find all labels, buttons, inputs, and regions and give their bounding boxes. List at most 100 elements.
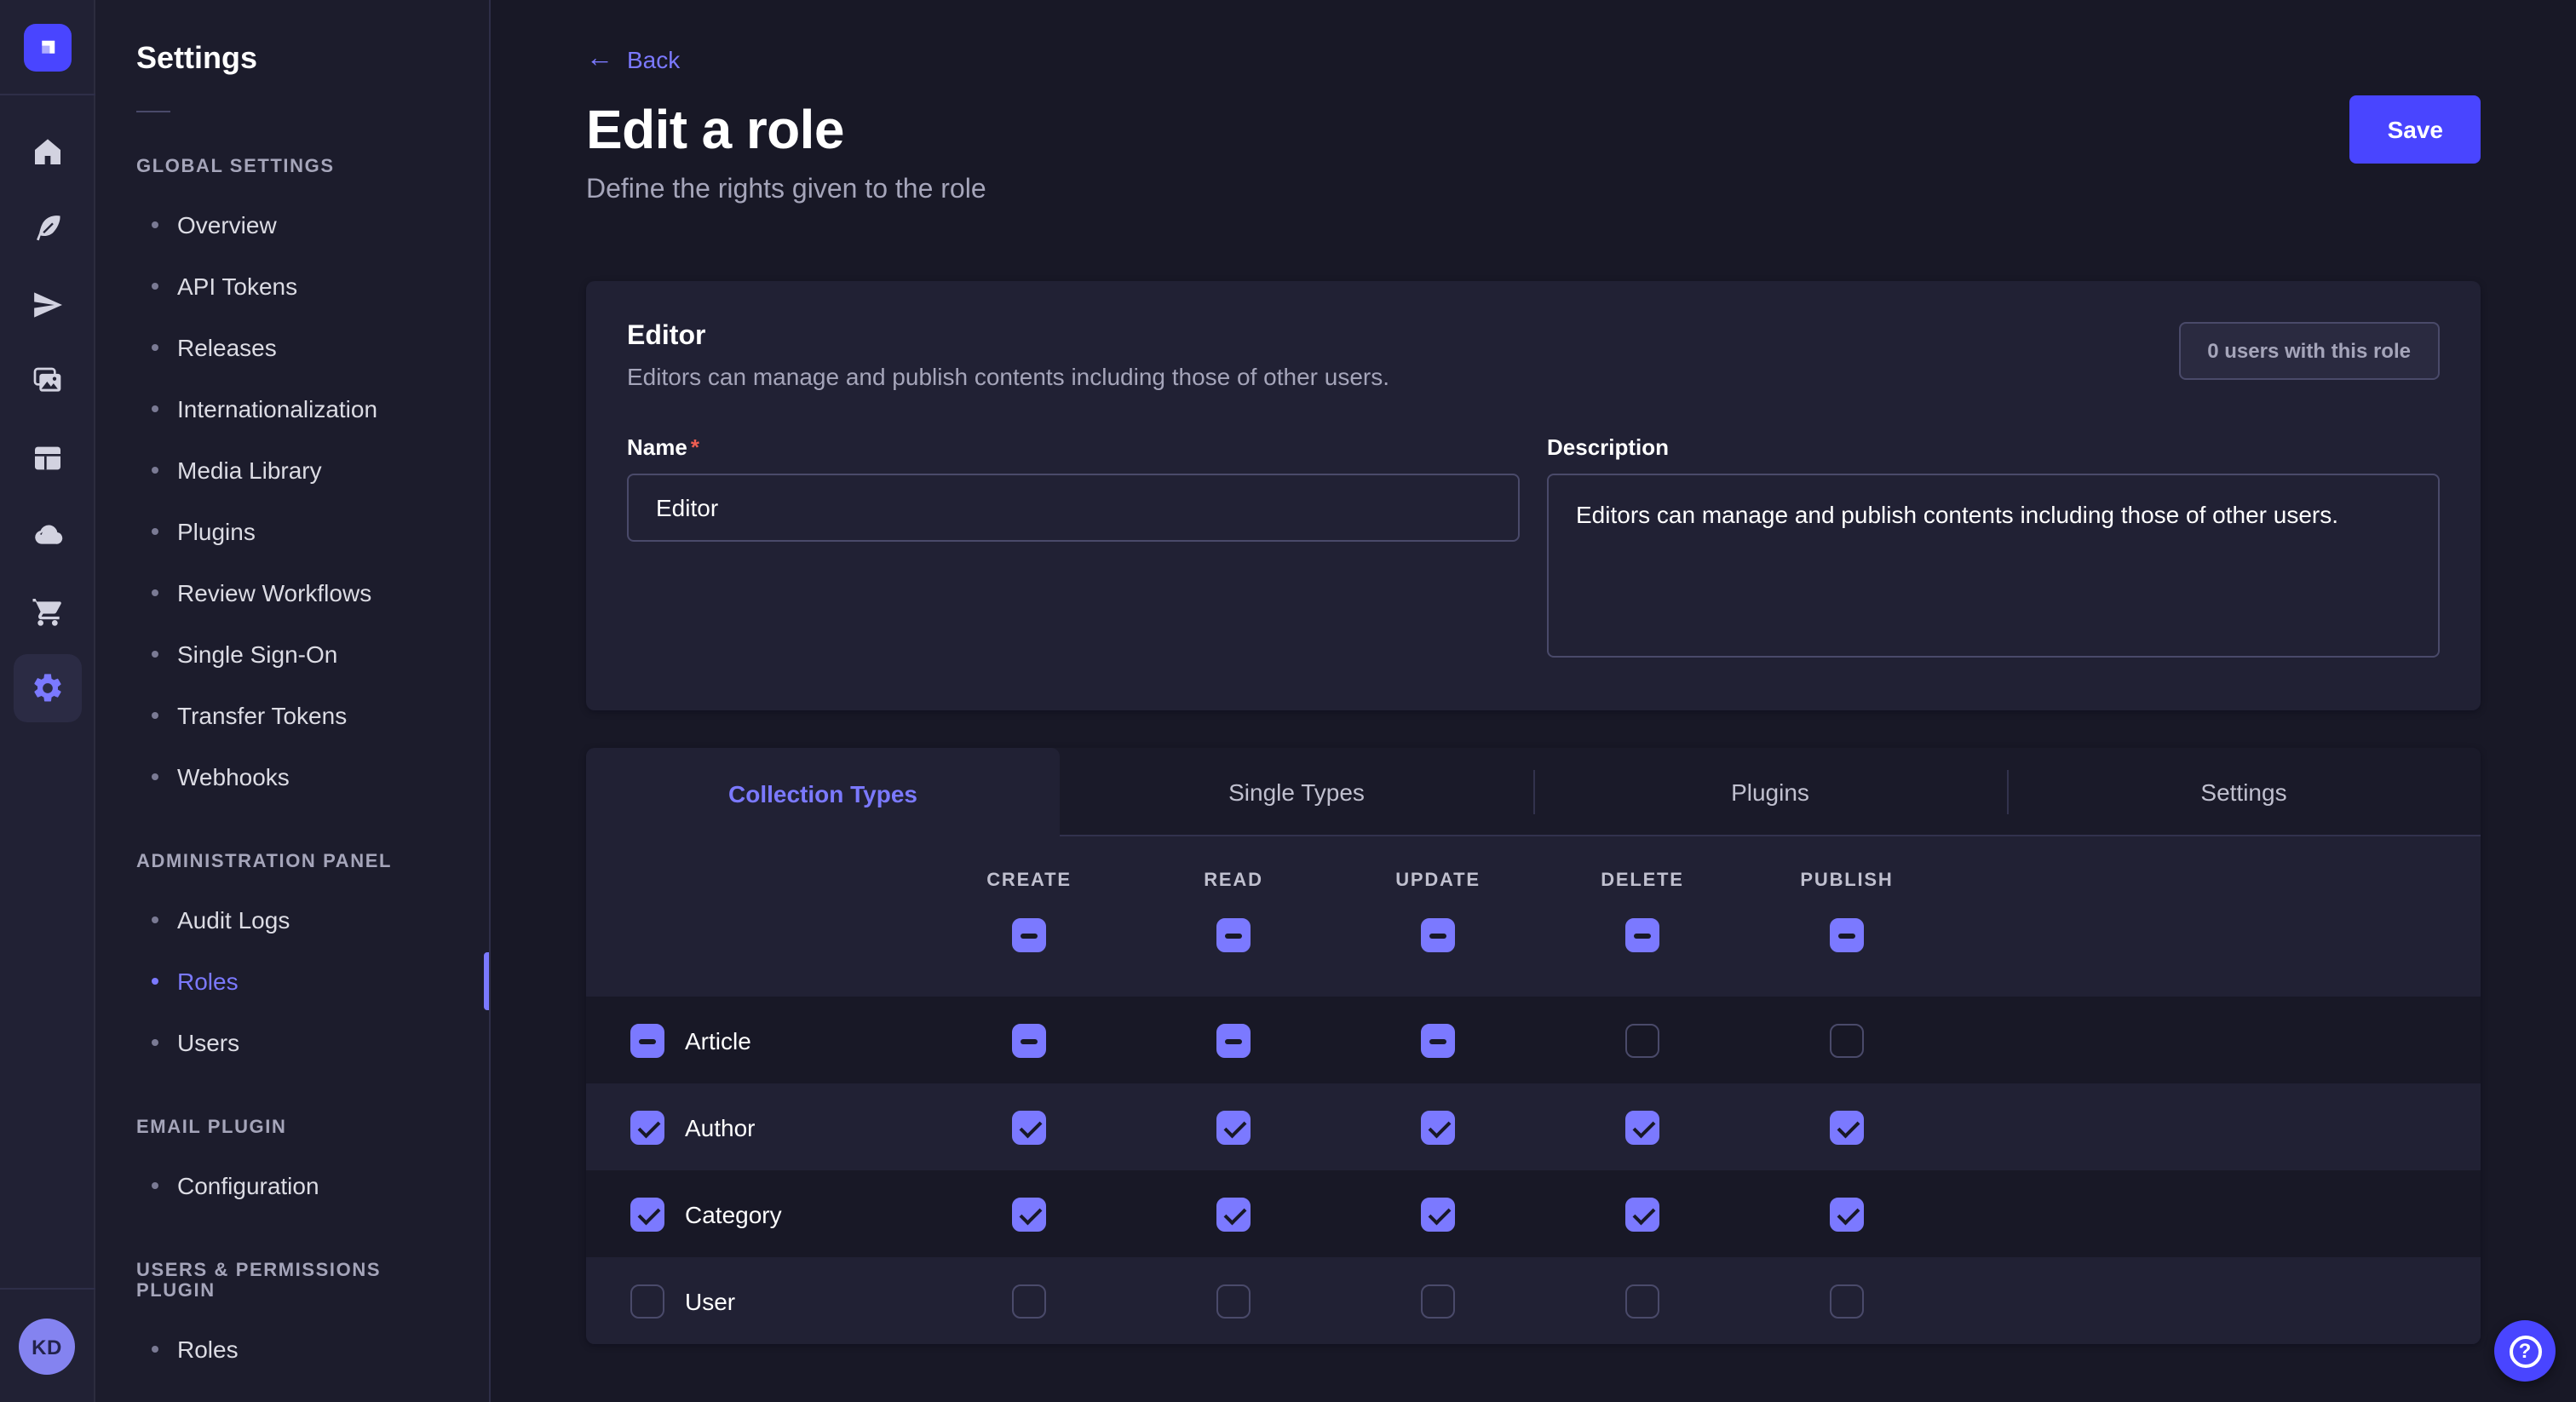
name-input[interactable]: [627, 474, 1520, 542]
table-row-article: Article: [586, 997, 2481, 1083]
section-email-plugin: EMAIL PLUGIN Configuration: [95, 1118, 489, 1216]
subnav-item-label: Roles: [177, 968, 239, 995]
media-library-images-icon[interactable]: [13, 348, 81, 416]
author-delete-checkbox[interactable]: [1625, 1110, 1659, 1144]
section-heading: USERS & PERMISSIONS PLUGIN: [95, 1261, 489, 1301]
user-read-checkbox[interactable]: [1216, 1284, 1251, 1318]
author-create-checkbox[interactable]: [1012, 1110, 1046, 1144]
section-heading: ADMINISTRATION PANEL: [95, 852, 489, 872]
subnav-item-label: API Tokens: [177, 273, 297, 300]
subnav-item-releases[interactable]: Releases: [95, 317, 489, 378]
user-update-checkbox[interactable]: [1421, 1284, 1455, 1318]
row-label: Article: [685, 1026, 751, 1054]
help-button[interactable]: ?: [2494, 1320, 2556, 1382]
subnav-item-up-providers[interactable]: Providers: [95, 1380, 489, 1402]
strapi-logo[interactable]: [23, 24, 71, 72]
subnav-title: Settings: [95, 0, 489, 77]
article-read-checkbox[interactable]: [1216, 1023, 1251, 1057]
subnav-item-api-tokens[interactable]: API Tokens: [95, 256, 489, 317]
settings-gear-icon[interactable]: [13, 654, 81, 722]
name-field-group: Name*: [627, 434, 1520, 666]
home-icon[interactable]: [13, 118, 81, 186]
required-asterisk: *: [691, 434, 699, 460]
table-row-category: Category: [586, 1170, 2481, 1257]
user-avatar[interactable]: KD: [19, 1319, 75, 1375]
subnav-item-label: Media Library: [177, 457, 322, 484]
row-label: Category: [685, 1200, 782, 1227]
row-label: Author: [685, 1113, 756, 1141]
table-row-author: Author: [586, 1083, 2481, 1170]
subnav-item-label: Audit Logs: [177, 906, 290, 934]
description-textarea[interactable]: Editors can manage and publish contents …: [1547, 474, 2440, 658]
section-global-settings: GLOBAL SETTINGS Overview API Tokens Rele…: [95, 157, 489, 807]
tab-label: Settings: [2200, 779, 2286, 806]
article-update-checkbox[interactable]: [1421, 1023, 1455, 1057]
row-checkbox-article[interactable]: [630, 1023, 664, 1057]
bullet-icon: [152, 651, 158, 658]
permissions-card: Collection Types Single Types Plugins Se…: [586, 748, 2481, 1344]
tab-collection-types[interactable]: Collection Types: [586, 748, 1060, 838]
tab-single-types[interactable]: Single Types: [1060, 748, 1533, 836]
category-publish-checkbox[interactable]: [1830, 1197, 1864, 1231]
article-create-checkbox[interactable]: [1012, 1023, 1046, 1057]
article-delete-checkbox[interactable]: [1625, 1023, 1659, 1057]
subnav-item-email-configuration[interactable]: Configuration: [95, 1155, 489, 1216]
subnav-item-admin-roles[interactable]: Roles: [95, 951, 489, 1012]
bullet-icon: [152, 712, 158, 719]
author-update-checkbox[interactable]: [1421, 1110, 1455, 1144]
subnav-item-single-sign-on[interactable]: Single Sign-On: [95, 623, 489, 685]
master-checkbox-publish[interactable]: [1830, 918, 1864, 952]
master-checkbox-delete[interactable]: [1625, 918, 1659, 952]
subnav-item-webhooks[interactable]: Webhooks: [95, 746, 489, 807]
subnav-item-internationalization[interactable]: Internationalization: [95, 378, 489, 440]
subnav-item-audit-logs[interactable]: Audit Logs: [95, 889, 489, 951]
user-publish-checkbox[interactable]: [1830, 1284, 1864, 1318]
bullet-icon: [152, 978, 158, 985]
content-type-builder-layout-icon[interactable]: [13, 424, 81, 492]
releases-send-icon[interactable]: [13, 271, 81, 339]
master-delete-cell: [1540, 918, 1745, 952]
marketplace-cart-icon[interactable]: [13, 577, 81, 646]
users-with-role-badge[interactable]: 0 users with this role: [2178, 322, 2440, 380]
page-subtitle: Define the rights given to the role: [586, 175, 2481, 206]
column-header-update: UPDATE: [1336, 871, 1540, 891]
row-checkbox-category[interactable]: [630, 1197, 664, 1231]
column-header-read: READ: [1131, 871, 1336, 891]
subnav-item-transfer-tokens[interactable]: Transfer Tokens: [95, 685, 489, 746]
section-users-permissions-plugin: USERS & PERMISSIONS PLUGIN Roles Provide…: [95, 1261, 489, 1402]
cloud-icon[interactable]: [13, 501, 81, 569]
page-header: Edit a role Save: [586, 95, 2481, 164]
bullet-icon: [152, 1039, 158, 1046]
master-checkbox-create[interactable]: [1012, 918, 1046, 952]
author-read-checkbox[interactable]: [1216, 1110, 1251, 1144]
master-checkbox-read[interactable]: [1216, 918, 1251, 952]
subnav-item-overview[interactable]: Overview: [95, 194, 489, 256]
row-checkbox-user[interactable]: [630, 1284, 664, 1318]
category-delete-checkbox[interactable]: [1625, 1197, 1659, 1231]
category-create-checkbox[interactable]: [1012, 1197, 1046, 1231]
subnav-item-plugins[interactable]: Plugins: [95, 501, 489, 562]
subnav-item-review-workflows[interactable]: Review Workflows: [95, 562, 489, 623]
tab-settings[interactable]: Settings: [2007, 748, 2481, 836]
subnav-item-admin-users[interactable]: Users: [95, 1012, 489, 1073]
category-update-checkbox[interactable]: [1421, 1197, 1455, 1231]
row-checkbox-author[interactable]: [630, 1110, 664, 1144]
back-link[interactable]: ← Back: [586, 46, 680, 73]
user-delete-checkbox[interactable]: [1625, 1284, 1659, 1318]
user-create-checkbox[interactable]: [1012, 1284, 1046, 1318]
subnav-item-up-roles[interactable]: Roles: [95, 1319, 489, 1380]
category-read-checkbox[interactable]: [1216, 1197, 1251, 1231]
main-nav-rail: KD: [0, 0, 95, 1402]
rail-icon-list: [13, 118, 81, 722]
section-administration-panel: ADMINISTRATION PANEL Audit Logs Roles Us…: [95, 852, 489, 1073]
master-checkbox-update[interactable]: [1421, 918, 1455, 952]
save-button[interactable]: Save: [2350, 95, 2481, 164]
author-publish-checkbox[interactable]: [1830, 1110, 1864, 1144]
article-publish-checkbox[interactable]: [1830, 1023, 1864, 1057]
tab-plugins[interactable]: Plugins: [1533, 748, 2007, 836]
subnav-item-media-library[interactable]: Media Library: [95, 440, 489, 501]
role-fields: Name* Description Editors can manage and…: [627, 434, 2440, 666]
bullet-icon: [152, 589, 158, 596]
content-manager-feather-icon[interactable]: [13, 194, 81, 262]
master-read-cell: [1131, 918, 1336, 952]
